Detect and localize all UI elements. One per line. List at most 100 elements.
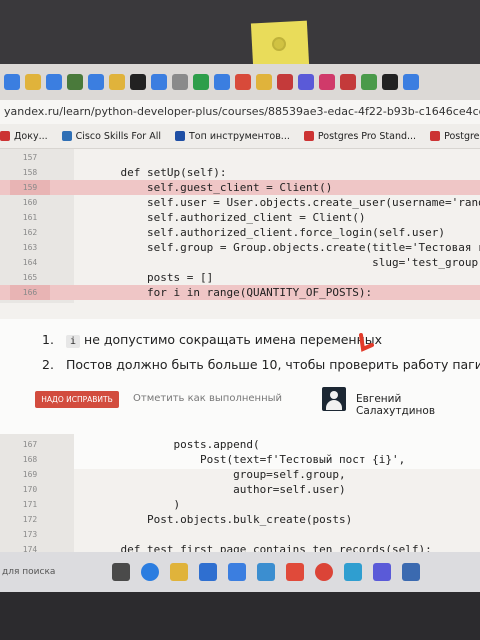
tab-favicon-icon[interactable]	[214, 74, 230, 90]
bookmarks-bar: Доку... Cisco Skills For All Топ инструм…	[0, 124, 480, 149]
address-bar[interactable]: yandex.ru/learn/python-developer-plus/co…	[0, 100, 480, 124]
code-text: group=self.group,	[94, 468, 346, 481]
review-item: 2. Постов должно быть больше 10, чтобы пр…	[42, 357, 480, 372]
code-block-bottom: 167 posts.append(168 Post(text=f'Тестовы…	[0, 437, 480, 557]
code-text: slug='test_group')	[94, 256, 480, 269]
code-text: posts = []	[94, 271, 214, 284]
tab-favicon-icon[interactable]	[67, 74, 83, 90]
word-icon[interactable]	[402, 563, 420, 581]
line-number: 162	[22, 228, 38, 237]
code-line: 162 self.authorized_client.force_login(s…	[0, 225, 480, 240]
file-explorer-icon[interactable]	[170, 563, 188, 581]
bookmark-item[interactable]: Cisco Skills For All	[61, 131, 161, 142]
line-number: 159	[10, 180, 50, 195]
code-text: Post(text=f'Тестовый пост {i}',	[94, 453, 406, 466]
line-number: 171	[22, 500, 38, 509]
cisco-icon	[61, 131, 72, 141]
tab-favicon-icon[interactable]	[277, 74, 293, 90]
task-view-icon[interactable]	[112, 563, 130, 581]
code-line: 169 group=self.group,	[0, 467, 480, 482]
needs-fix-button[interactable]: НАДО ИСПРАВИТЬ	[35, 391, 119, 408]
windows-taskbar: для поиска	[0, 552, 480, 592]
line-number: 161	[22, 213, 38, 222]
taskbar-search[interactable]: для поиска	[0, 567, 112, 577]
avatar-body	[326, 400, 342, 410]
tab-favicon-icon[interactable]	[25, 74, 41, 90]
code-text: self.authorized_client = Client()	[94, 211, 366, 224]
url-text: yandex.ru/learn/python-developer-plus/co…	[4, 105, 480, 118]
code-text: self.authorized_client.force_login(self.…	[94, 226, 445, 239]
code-text: for i in range(QUANTITY_OF_POSTS):	[94, 286, 373, 299]
webcam-dot	[271, 36, 287, 52]
tab-favicon-icon[interactable]	[319, 74, 335, 90]
red-checkmark-icon	[359, 333, 374, 352]
chrome-icon[interactable]	[315, 563, 333, 581]
powerpoint-icon[interactable]	[286, 563, 304, 581]
code-text: self.guest_client = Client()	[94, 181, 333, 194]
tab-favicon-icon[interactable]	[340, 74, 356, 90]
avatar-head	[330, 391, 338, 399]
bookmark-item[interactable]: Топ инструментов...	[175, 131, 290, 142]
browser-window: yandex.ru/learn/python-developer-plus/co…	[0, 64, 480, 592]
telegram-icon[interactable]	[344, 563, 362, 581]
code-line: 170 author=self.user)	[0, 482, 480, 497]
line-number: 169	[22, 470, 38, 479]
code-block-top: 157 158 def setUp(self): 159 self.guest_cl…	[0, 150, 480, 300]
app-icon[interactable]	[257, 563, 275, 581]
author-name: Евгений Салахутдинов	[356, 393, 436, 417]
code-line: 168 Post(text=f'Тестовый пост {i}',	[0, 452, 480, 467]
code-line: 157	[0, 150, 480, 165]
line-number: 166	[10, 285, 50, 300]
line-number: 170	[22, 485, 38, 494]
tab-favicon-icon[interactable]	[382, 74, 398, 90]
gmail-icon[interactable]	[235, 74, 251, 90]
new-tab-icon[interactable]	[403, 74, 419, 90]
tab-favicon-icon[interactable]	[109, 74, 125, 90]
code-text: def setUp(self):	[94, 166, 227, 179]
code-line: 167 posts.append(	[0, 437, 480, 452]
tab-favicon-icon[interactable]	[298, 74, 314, 90]
tab-strip	[0, 64, 480, 100]
bookmark-item[interactable]: Postgres Pro Stand...	[303, 131, 416, 142]
edge-icon[interactable]	[141, 563, 159, 581]
github-icon[interactable]	[130, 74, 146, 90]
monitor-bottom	[0, 592, 480, 640]
mail-icon[interactable]	[228, 563, 246, 581]
code-line: 166 for i in range(QUANTITY_OF_POSTS):	[0, 285, 480, 300]
avatar	[322, 387, 346, 411]
store-icon[interactable]	[199, 563, 217, 581]
code-text: self.group = Group.objects.create(title=…	[146, 241, 480, 254]
tab-favicon-icon[interactable]	[193, 74, 209, 90]
monitor-bezel	[0, 0, 480, 64]
code-line: 172 Post.objects.bulk_create(posts)	[0, 512, 480, 527]
sticky-note	[250, 20, 310, 68]
line-number: 165	[22, 273, 38, 282]
bookmark-icon	[175, 131, 185, 141]
code-line: 161 self.authorized_client = Client()	[0, 210, 480, 225]
code-text: )	[94, 498, 181, 511]
django-icon[interactable]	[361, 74, 377, 90]
line-number: 158	[22, 168, 38, 177]
tab-favicon-icon[interactable]	[151, 74, 167, 90]
bookmark-item[interactable]: PostgreSQL : Доку...	[430, 131, 480, 142]
code-line: 173	[0, 527, 480, 542]
line-number: 164	[22, 258, 38, 267]
tab-favicon-icon[interactable]	[4, 74, 20, 90]
tab-favicon-icon[interactable]	[88, 74, 104, 90]
mark-done-link[interactable]: Отметить как выполненный	[133, 393, 282, 404]
code-line: 164 slug='test_group')	[0, 255, 480, 270]
line-number: 168	[22, 455, 38, 464]
line-number: 173	[22, 530, 38, 539]
line-number: 163	[22, 243, 38, 252]
app-icon[interactable]	[373, 563, 391, 581]
bookmark-item[interactable]: Доку...	[0, 131, 48, 142]
code-text: self.user = User.objects.create_user(use…	[146, 196, 480, 209]
tab-favicon-icon[interactable]	[172, 74, 188, 90]
bookmark-icon	[303, 131, 314, 141]
code-line: 171 )	[0, 497, 480, 512]
line-number: 172	[22, 515, 38, 524]
tab-favicon-icon[interactable]	[256, 74, 272, 90]
code-line: 159 self.guest_client = Client()	[0, 180, 480, 195]
code-line: 160 self.user = User.objects.create_user…	[0, 195, 480, 210]
tab-favicon-icon[interactable]	[46, 74, 62, 90]
